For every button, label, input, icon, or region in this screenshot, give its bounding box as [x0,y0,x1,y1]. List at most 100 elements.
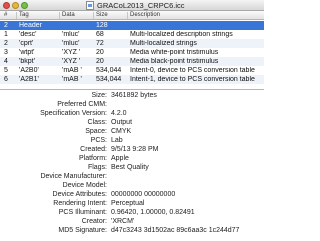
row-tag: Header [19,22,42,29]
pane-divider[interactable] [0,89,264,90]
info-value: 0.96420, 1.00000, 0.82491 [111,209,195,216]
info-label: Creator: [81,218,107,225]
row-description: Multi-localized strings [130,40,197,47]
column-header-number[interactable]: # [4,12,7,18]
info-row: Size: 3461892 bytes [0,92,264,101]
info-value: CMYK [111,128,132,135]
info-label: Space: [85,128,107,135]
info-label: MD5 Signature: [58,227,107,234]
row-description: Media white-point tristimulus [130,49,219,56]
info-row: Rendering Intent: Perceptual [0,200,264,209]
info-value: 3461892 bytes [111,92,157,99]
row-data-type: 'XYZ ' [62,58,81,65]
info-label: PCS: [90,137,107,144]
info-row: Device Model: [0,182,264,191]
row-tag: 'wtpt' [19,49,35,56]
info-row: Created: 9/5/13 9:28 PM [0,146,264,155]
info-label: Device Attributes: [52,191,107,198]
table-row[interactable]: 2 Header 128 [0,21,264,30]
info-row: PCS: Lab [0,137,264,146]
row-description: Intent-1, device to PCS conversion table [130,76,255,83]
info-row: Device Manufacturer: [0,173,264,182]
info-label: Flags: [87,164,107,171]
column-divider[interactable] [16,12,17,19]
row-tag: 'desc' [19,31,37,38]
info-row: MD5 Signature: d47c3243 3d1502ac 89c6aa3c… [0,227,264,236]
row-number: 6 [4,76,8,83]
row-description: Multi-localized description strings [130,31,233,38]
info-value: 9/5/13 9:28 PM [111,146,159,153]
column-header-data[interactable]: Data [62,12,75,18]
column-divider[interactable] [93,12,94,19]
row-data-type: 'mluc' [62,31,80,38]
info-value: 'XRCM' [111,218,135,225]
minimize-window-button[interactable] [12,2,19,9]
table-row[interactable]: 2 'cprt' 'mluc' 72 Multi-localized strings [0,39,264,48]
info-value: Lab [111,137,123,144]
row-size: 72 [96,40,104,47]
column-header-description[interactable]: Description [130,12,160,18]
info-label: PCS Illuminant: [58,209,107,216]
info-label: Platform: [78,155,107,162]
row-description: Intent-0, device to PCS conversion table [130,67,255,74]
info-row: Class: Output [0,119,264,128]
row-tag: 'A2B1' [19,76,39,83]
info-label: Device Model: [62,182,107,189]
info-row: Specification Version: 4.2.0 [0,110,264,119]
row-size: 128 [96,22,108,29]
close-window-button[interactable] [3,2,10,9]
row-data-type: 'XYZ ' [62,49,81,56]
info-value: Best Quality [111,164,149,171]
info-row: Device Attributes: 00000000 00000000 [0,191,264,200]
row-tag: 'bkpt' [19,58,35,65]
row-number: 2 [4,40,8,47]
info-value: Apple [111,155,129,162]
table-row[interactable]: 6 'A2B1' 'mAB ' 534,044 Intent-1, device to … [0,75,264,84]
info-row: Flags: Best Quality [0,164,264,173]
row-number: 1 [4,31,8,38]
info-label: Size: [91,92,107,99]
table-row[interactable]: 1 'desc' 'mluc' 68 Multi-localized descripti… [0,30,264,39]
column-divider[interactable] [59,12,60,19]
info-label: Device Manufacturer: [40,173,107,180]
row-data-type: 'mluc' [62,40,80,47]
info-value: Perceptual [111,200,145,207]
info-row: Preferred CMM: [0,101,264,110]
row-data-type: 'mAB ' [62,76,82,83]
info-value: d47c3243 3d1502ac 89c6aa3c 1c244d77 [111,227,240,234]
info-row: Platform: Apple [0,155,264,164]
row-size: 534,044 [96,76,122,83]
table-row[interactable]: 3 'wtpt' 'XYZ ' 20 Media white-point tristim… [0,48,264,57]
info-row: Space: CMYK [0,128,264,137]
row-number: 2 [4,22,8,29]
table-row[interactable]: 4 'bkpt' 'XYZ ' 20 Media black-point tristim… [0,57,264,66]
row-tag: 'cprt' [19,40,34,47]
table-row[interactable]: 5 'A2B0' 'mAB ' 534,044 Intent-0, device to … [0,66,264,75]
info-row: PCS Illuminant: 0.96420, 1.00000, 0.82491 [0,209,264,218]
window-title: GRACoL2013_CRPC6.icc [97,1,185,10]
row-size: 20 [96,58,104,65]
info-label: Class: [87,119,107,126]
row-number: 4 [4,58,8,65]
zoom-window-button[interactable] [21,2,28,9]
row-tag: 'A2B0' [19,67,39,74]
row-number: 5 [4,67,8,74]
info-value: 00000000 00000000 [111,191,176,198]
info-value: Output [111,119,133,126]
info-label: Preferred CMM: [57,101,107,108]
info-label: Specification Version: [40,110,107,117]
column-divider[interactable] [127,12,128,19]
window-titlebar: GRACoL2013_CRPC6.icc [0,0,264,11]
info-row: Creator: 'XRCM' [0,218,264,227]
column-header-tag[interactable]: Tag [19,12,29,18]
row-size: 68 [96,31,104,38]
row-number: 3 [4,49,8,56]
tag-table: # Tag Data Size Description 2 Header 128 1 '… [0,11,264,89]
info-value: 4.2.0 [111,110,127,117]
document-icon [86,1,94,10]
column-header-size[interactable]: Size [96,12,108,18]
row-size: 534,044 [96,67,122,74]
table-header: # Tag Data Size Description [0,11,264,20]
row-data-type: 'mAB ' [62,67,82,74]
row-description: Media black-point tristimulus [130,58,219,65]
